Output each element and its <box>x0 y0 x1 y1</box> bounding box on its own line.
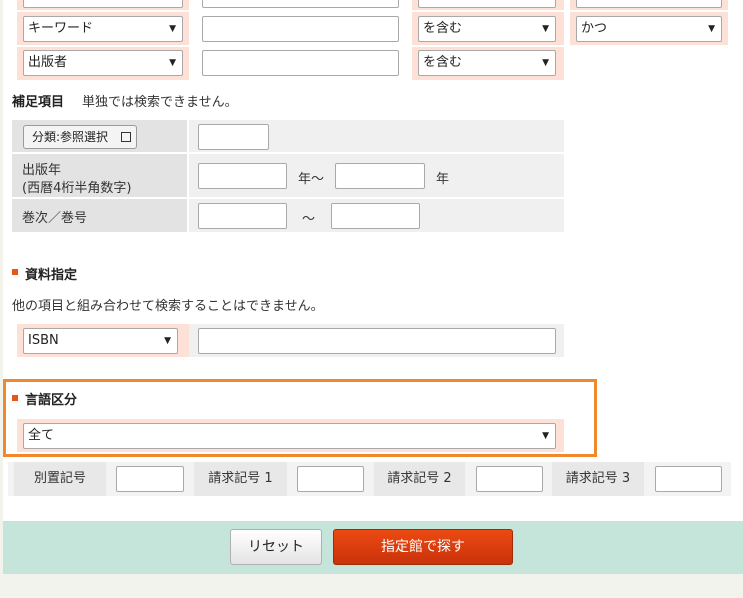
call-number-input-1[interactable] <box>297 466 364 492</box>
row-0-term-input[interactable] <box>202 0 399 8</box>
new-window-icon <box>121 132 131 142</box>
material-note: 他の項目と組み合わせて検索することはできません。 <box>12 299 324 314</box>
section-bullet-icon <box>12 395 18 401</box>
supplement-note: 単独では検索できません。 <box>82 95 238 110</box>
row-2-term-input[interactable] <box>202 50 399 76</box>
call-number-label-2: 請求記号 2 <box>374 462 465 496</box>
language-title: 言語区分 <box>25 393 78 408</box>
material-type-select[interactable]: ISBN ▼ <box>23 328 178 354</box>
language-select[interactable]: 全て ▼ <box>23 423 556 449</box>
chevron-down-icon: ▼ <box>164 336 171 346</box>
chevron-down-icon: ▼ <box>169 24 176 34</box>
supplement-heading: 補足項目 <box>12 95 65 110</box>
pub-year-from-input[interactable] <box>198 163 287 189</box>
volume-from-input[interactable] <box>198 203 287 229</box>
call-number-input-3[interactable] <box>655 466 722 492</box>
row-2-field-select[interactable]: 出版者 ▼ <box>23 50 183 76</box>
row-2-match-value: を含む <box>423 55 463 70</box>
section-bullet-icon <box>12 269 18 275</box>
row-1-field-value: キーワード <box>28 21 94 36</box>
classification-input[interactable] <box>198 124 269 150</box>
reset-button[interactable]: リセット <box>230 529 322 565</box>
chevron-down-icon: ▼ <box>708 24 715 34</box>
language-value: 全て <box>28 428 55 443</box>
row-0-match-select[interactable] <box>418 0 556 8</box>
chevron-down-icon: ▼ <box>542 24 549 34</box>
row-1-field-select[interactable]: キーワード ▼ <box>23 16 183 42</box>
row-divider <box>12 197 564 199</box>
row-1-match-select[interactable]: を含む ▼ <box>418 16 556 42</box>
row-divider <box>12 152 564 154</box>
volume-range-separator: 〜 <box>302 212 316 227</box>
call-number-label-3: 請求記号 3 <box>552 462 644 496</box>
classification-ref-label: 分類:参照選択 <box>32 130 109 144</box>
row-2-match-select[interactable]: を含む ▼ <box>418 50 556 76</box>
pub-year-hint: (西暦4桁半角数字) <box>22 181 132 196</box>
chevron-down-icon: ▼ <box>542 431 549 441</box>
call-number-label-0: 別置記号 <box>14 462 106 496</box>
material-id-input[interactable] <box>198 328 556 354</box>
pub-year-label: 出版年 <box>22 163 62 178</box>
call-number-input-2[interactable] <box>476 466 543 492</box>
row-0-logic-select[interactable] <box>576 0 722 8</box>
volume-label: 巻次／巻号 <box>22 211 88 226</box>
row-1-term-input[interactable] <box>202 16 399 42</box>
row-1-logic-select[interactable]: かつ ▼ <box>576 16 722 42</box>
material-title: 資料指定 <box>25 268 78 283</box>
row-0-field-select[interactable] <box>23 0 183 8</box>
row-2-field-value: 出版者 <box>28 55 68 70</box>
row-1-logic-value: かつ <box>581 21 608 36</box>
chevron-down-icon: ▼ <box>542 58 549 68</box>
chevron-down-icon: ▼ <box>169 58 176 68</box>
row-1-match-value: を含む <box>423 21 463 36</box>
material-type-value: ISBN <box>28 333 59 348</box>
pub-year-from-suffix: 年〜 <box>298 172 325 187</box>
search-button[interactable]: 指定館で探す <box>333 529 513 565</box>
volume-to-input[interactable] <box>331 203 420 229</box>
pub-year-to-suffix: 年 <box>436 172 450 187</box>
call-number-input-0[interactable] <box>116 466 184 492</box>
pub-year-to-input[interactable] <box>335 163 425 189</box>
column-divider <box>187 120 189 232</box>
call-number-label-1: 請求記号 1 <box>194 462 287 496</box>
classification-ref-button[interactable]: 分類:参照選択 <box>23 125 137 149</box>
